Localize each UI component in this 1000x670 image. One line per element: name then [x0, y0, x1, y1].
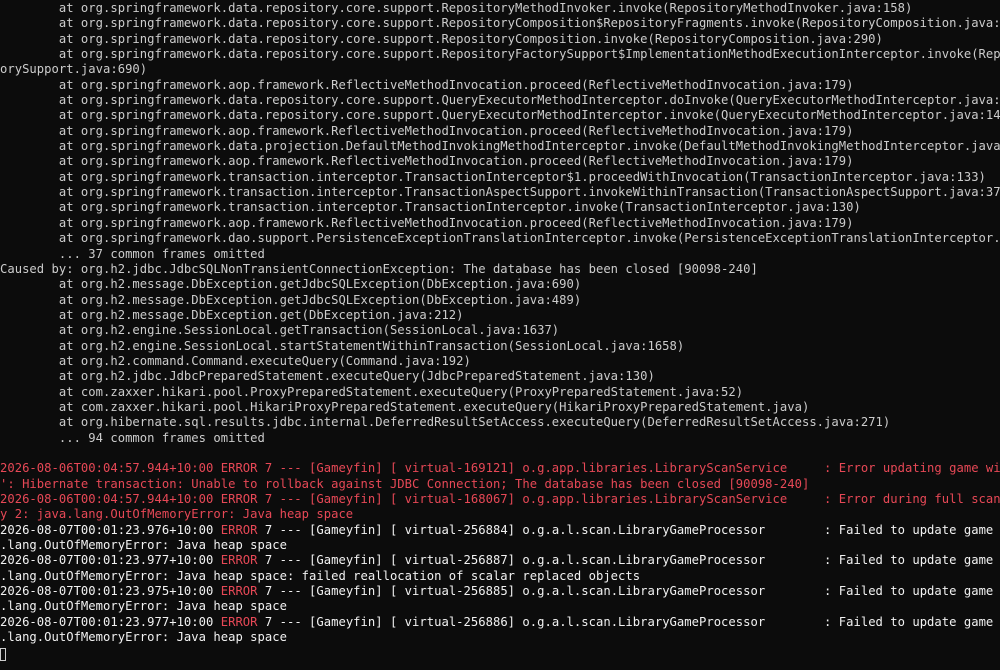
- log-line: ... 37 common frames omitted: [0, 246, 265, 261]
- log-line: .lang.OutOfMemoryError: Java heap space: [0, 538, 1000, 553]
- log-segment: 7 --- [Gameyfin] [ virtual-256887] o.g.a…: [257, 553, 1000, 568]
- log-segment: 7 --- [Gameyfin] [ virtual-256885] o.g.a…: [257, 584, 1000, 599]
- log-line: at org.h2.jdbc.JdbcPreparedStatement.exe…: [0, 369, 655, 384]
- log-line: at com.zaxxer.hikari.pool.ProxyPreparedS…: [0, 384, 744, 399]
- log-segment: .lang.OutOfMemoryError: Java heap space: [0, 599, 287, 614]
- log-line: at org.hibernate.sql.results.jdbc.intern…: [0, 415, 891, 430]
- log-line: at org.springframework.data.repository.c…: [0, 108, 1000, 123]
- log-line: at org.springframework.data.repository.c…: [0, 31, 883, 46]
- log-line: at org.springframework.data.repository.c…: [0, 16, 1000, 31]
- log-line: at org.springframework.transaction.inter…: [0, 200, 861, 215]
- log-line: orySupport.java:690): [0, 62, 148, 77]
- log-segment: .lang.OutOfMemoryError: Java heap space:…: [0, 568, 641, 583]
- log-line: 2026-08-07T00:01:23.977+10:00 ERROR 7 --…: [0, 553, 1000, 568]
- log-line: at com.zaxxer.hikari.pool.HikariProxyPre…: [0, 399, 810, 414]
- log-line: at org.springframework.transaction.inter…: [0, 169, 986, 184]
- log-line: .lang.OutOfMemoryError: Java heap space: [0, 630, 1000, 645]
- log-segment-error: y 2: java.lang.OutOfMemoryError: Java he…: [0, 507, 354, 522]
- log-line: at org.springframework.data.repository.c…: [0, 93, 1000, 108]
- log-line: .lang.OutOfMemoryError: Java heap space:…: [0, 569, 1000, 584]
- log-segment: 7 --- [Gameyfin] [ virtual-256884] o.g.a…: [257, 522, 1000, 537]
- log-segment: .lang.OutOfMemoryError: Java heap space: [0, 538, 287, 553]
- log-segment: 2026-08-07T00:01:23.977+10:00: [0, 614, 221, 629]
- log-segment: .lang.OutOfMemoryError: Java heap space: [0, 630, 287, 645]
- text-cursor: [0, 648, 6, 661]
- log-line: at org.h2.engine.SessionLocal.startState…: [0, 338, 685, 353]
- log-line: 2026-08-07T00:01:23.975+10:00 ERROR 7 --…: [0, 584, 1000, 599]
- log-line: at org.springframework.data.projection.D…: [0, 139, 1000, 154]
- log-line: at org.springframework.data.repository.c…: [0, 47, 1000, 62]
- log-segment-error: 2026-08-06T00:04:57.944+10:00 ERROR 7 --…: [0, 492, 1000, 506]
- log-segment-error: ERROR: [220, 553, 258, 568]
- log-line: at org.springframework.transaction.inter…: [0, 185, 1000, 200]
- log-line: 2026-08-06T00:04:57.944+10:00 ERROR 7 --…: [0, 492, 1000, 507]
- log-segment-error: ': Hibernate transaction: Unable to roll…: [0, 476, 810, 491]
- log-line: ': Hibernate transaction: Unable to roll…: [0, 477, 1000, 492]
- log-line: ... 94 common frames omitted: [0, 430, 265, 445]
- log-segment-error: 2026-08-06T00:04:57.944+10:00 ERROR 7 --…: [0, 461, 1000, 476]
- log-segment-error: ERROR: [220, 614, 258, 629]
- log-line: at org.springframework.aop.framework.Ref…: [0, 123, 854, 138]
- log-line: at org.springframework.aop.framework.Ref…: [0, 215, 854, 230]
- log-line: at org.springframework.aop.framework.Ref…: [0, 154, 854, 169]
- log-line: y 2: java.lang.OutOfMemoryError: Java he…: [0, 507, 1000, 522]
- log-segment-error: ERROR: [220, 522, 258, 537]
- log-line: .lang.OutOfMemoryError: Java heap space: [0, 599, 1000, 614]
- log-line: 2026-08-07T00:01:23.977+10:00 ERROR 7 --…: [0, 615, 1000, 630]
- log-segment: 2026-08-07T00:01:23.976+10:00: [0, 522, 221, 537]
- log-line: at org.h2.message.DbException.getJdbcSQL…: [0, 277, 582, 292]
- log-line: at org.springframework.data.repository.c…: [0, 1, 913, 15]
- log-segment-error: ERROR: [220, 584, 258, 599]
- log-output: at org.springframework.data.repository.c…: [0, 1, 1000, 645]
- log-line: at org.h2.message.DbException.get(DbExce…: [0, 307, 464, 322]
- log-line: at org.springframework.aop.framework.Ref…: [0, 77, 854, 92]
- log-segment: 2026-08-07T00:01:23.975+10:00: [0, 584, 221, 599]
- log-line: at org.h2.engine.SessionLocal.getTransac…: [0, 323, 560, 338]
- log-line: Caused by: org.h2.jdbc.JdbcSQLNonTransie…: [0, 261, 758, 276]
- log-segment: 2026-08-07T00:01:23.977+10:00: [0, 553, 221, 568]
- log-line: at org.h2.message.DbException.getJdbcSQL…: [0, 292, 582, 307]
- log-line: 2026-08-07T00:01:23.976+10:00 ERROR 7 --…: [0, 523, 1000, 538]
- log-line: at org.h2.command.Command.executeQuery(C…: [0, 353, 471, 368]
- log-line: at org.springframework.dao.support.Persi…: [0, 231, 1000, 246]
- log-segment: 7 --- [Gameyfin] [ virtual-256886] o.g.a…: [257, 614, 1000, 629]
- log-line: 2026-08-06T00:04:57.944+10:00 ERROR 7 --…: [0, 461, 1000, 476]
- terminal-window[interactable]: at org.springframework.data.repository.c…: [0, 0, 1000, 670]
